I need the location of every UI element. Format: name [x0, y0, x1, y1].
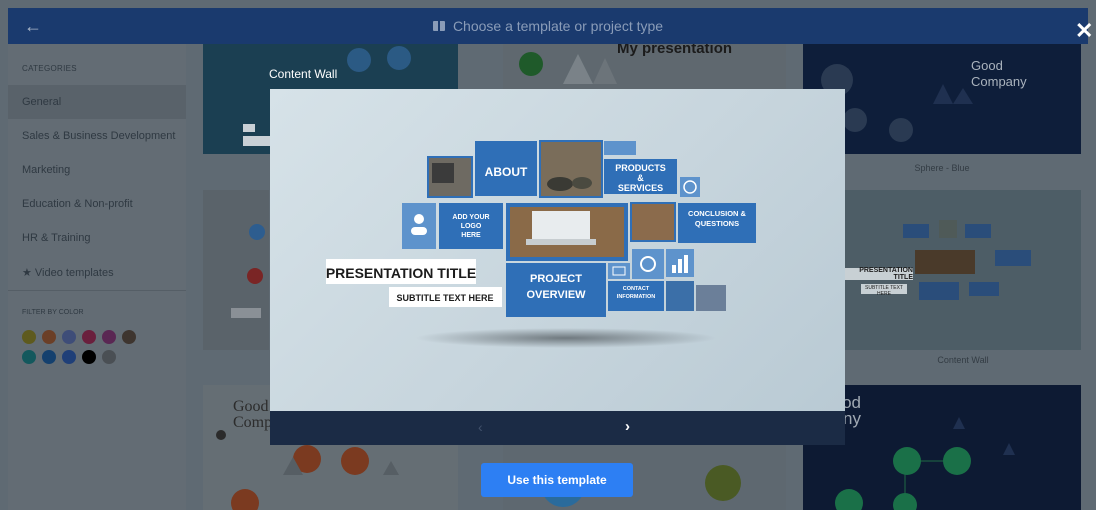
template-card-4[interactable]	[203, 190, 269, 350]
conclusion-label: CONCLUSION & QUESTIONS	[688, 209, 746, 228]
template-card-5[interactable]: PRESENTATION TITLE SUBTITLE TEXT HERE	[845, 190, 1081, 350]
sidebar-item-sales[interactable]: Sales & Business Development	[8, 119, 186, 153]
use-template-button[interactable]: Use this template	[481, 463, 633, 497]
color-swatch[interactable]	[42, 350, 56, 364]
project-label: PROJECT OVERVIEW	[526, 273, 586, 301]
user-icon-body	[411, 227, 427, 235]
color-swatch[interactable]	[82, 350, 96, 364]
tile-gear	[632, 249, 664, 279]
categories-heading: CATEGORIES	[22, 64, 77, 73]
bar-icon-3	[684, 255, 688, 273]
tile-globe	[680, 177, 700, 197]
header-bar: ← Choose a template or project type	[8, 8, 1088, 44]
user-icon-head	[414, 214, 424, 224]
sidebar-item-hr-training[interactable]: HR & Training	[8, 221, 186, 255]
color-swatch[interactable]	[122, 330, 136, 344]
rock-2	[572, 177, 592, 189]
laptop-base	[526, 239, 596, 245]
laptop-screen	[532, 211, 590, 239]
close-icon[interactable]: ✕	[1075, 20, 1093, 42]
back-arrow-icon[interactable]: ←	[24, 16, 42, 36]
about-label: ABOUT	[485, 165, 528, 179]
filter-heading: FILTER BY COLOR	[22, 309, 84, 316]
tile-user	[402, 203, 436, 249]
bar-icon-2	[678, 259, 682, 273]
sidebar-divider	[8, 290, 186, 291]
color-swatch[interactable]	[102, 330, 116, 344]
color-swatch[interactable]	[62, 330, 76, 344]
photo-rocks	[539, 140, 603, 198]
preview-nav-bar: ‹ ›	[270, 411, 845, 445]
header-title: Choose a template or project type	[432, 18, 664, 34]
sidebar-item-education[interactable]: Education & Non-profit	[8, 187, 186, 221]
subtitle-text: SUBTITLE TEXT HERE	[396, 293, 493, 303]
color-swatch[interactable]	[42, 330, 56, 344]
chevron-left-icon[interactable]: ‹	[478, 419, 483, 435]
photo-people	[696, 285, 726, 311]
sidebar: CATEGORIES General Sales & Business Deve…	[8, 44, 186, 510]
color-swatch[interactable]	[22, 330, 36, 344]
sidebar-item-general[interactable]: General	[8, 85, 186, 119]
color-swatch[interactable]	[62, 350, 76, 364]
card-5-title: PRESENTATION TITLE	[859, 267, 913, 281]
shadow	[416, 328, 716, 348]
preview-graphic: ABOUT PRODUCTS & SERVICES ADD YOUR LOGO …	[326, 140, 756, 348]
card-5-label: Content Wall	[937, 355, 989, 365]
color-swatch[interactable]	[22, 350, 36, 364]
products-label: PRODUCTS & SERVICES	[615, 163, 666, 193]
card-2-title: My presentation	[617, 44, 733, 57]
tile-small-top	[604, 141, 636, 155]
card-5-subtitle: SUBTITLE TEXT HERE	[865, 285, 903, 297]
photo-jump	[666, 281, 694, 311]
tile-mail	[608, 263, 630, 279]
sidebar-item-video-templates[interactable]: ★ Video templates	[8, 255, 186, 289]
logo-label: ADD YOUR LOGO HERE	[452, 214, 490, 239]
card-3-title: Good Company	[971, 58, 1027, 89]
template-card-2[interactable]: My presentation	[503, 44, 786, 92]
template-chooser: ← Choose a template or project type ✕ CA…	[0, 0, 1096, 510]
contact-label: CONTACT INFORMATION	[616, 286, 656, 300]
header-title-text: Choose a template or project type	[452, 18, 664, 34]
photo-coffee	[630, 202, 676, 242]
sidebar-item-marketing[interactable]: Marketing	[8, 153, 186, 187]
color-swatch[interactable]	[82, 330, 96, 344]
chevron-right-icon[interactable]: ›	[625, 418, 630, 435]
book-icon	[432, 20, 445, 32]
color-swatch[interactable]	[102, 350, 116, 364]
template-preview: ABOUT PRODUCTS & SERVICES ADD YOUR LOGO …	[270, 89, 845, 411]
photo-laptop-screen	[432, 163, 454, 183]
presentation-title: PRESENTATION TITLE	[326, 265, 476, 281]
rock-1	[547, 177, 573, 191]
template-card-4-thumb	[231, 224, 265, 318]
bar-icon-1	[672, 265, 676, 273]
modal-template-name: Content Wall	[269, 67, 338, 81]
